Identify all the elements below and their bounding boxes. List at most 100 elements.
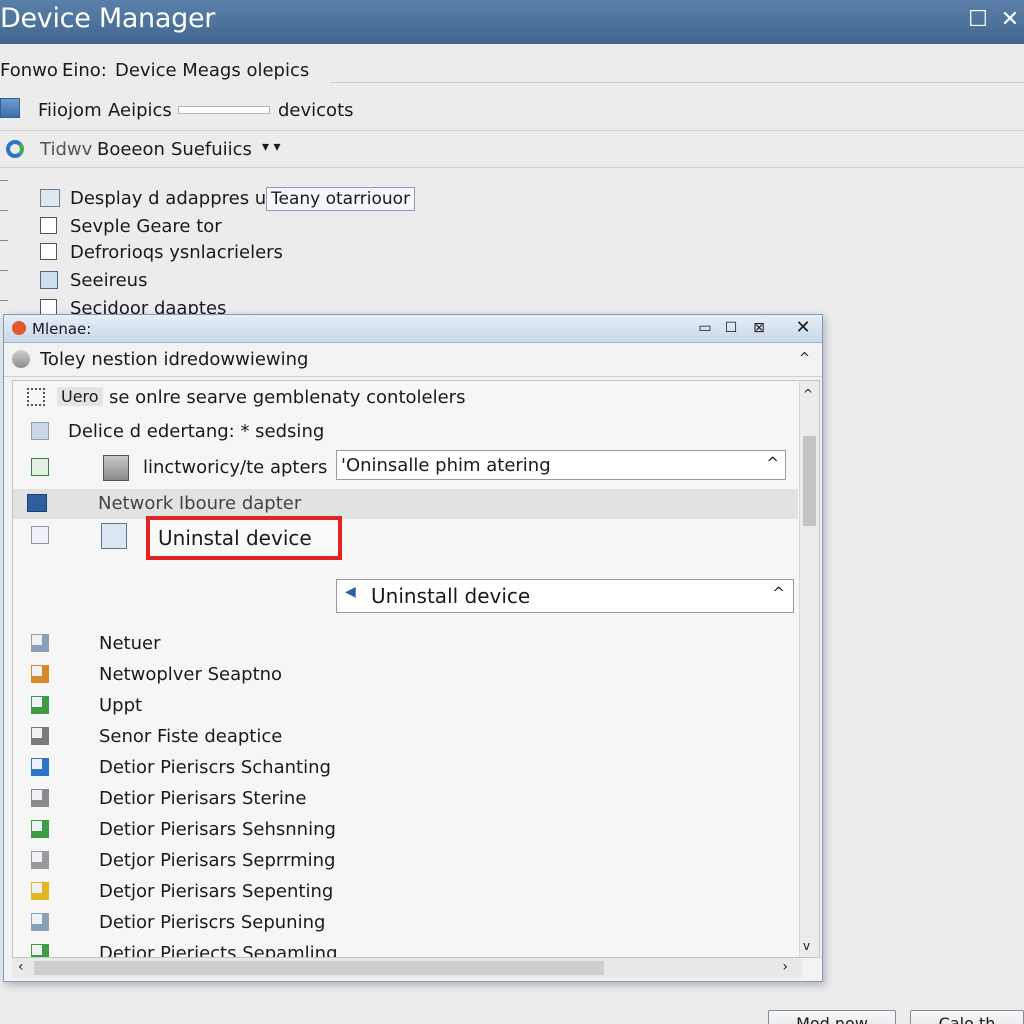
action-combo[interactable]: ◀ Uninstall device ^ bbox=[336, 579, 794, 613]
window-close-icon[interactable]: ⊠ bbox=[750, 319, 768, 337]
menu-item-edit[interactable]: Eino: bbox=[62, 60, 107, 81]
settings-icon bbox=[12, 350, 30, 368]
selected-tree-row[interactable]: Network Iboure dapter bbox=[13, 489, 798, 519]
header-label: se onlre searve gemblenaty contolelers bbox=[109, 387, 466, 408]
caret-left-icon: ◀ bbox=[345, 584, 356, 600]
list-item-label: Detior Pieriects Sepamling bbox=[99, 943, 338, 958]
app-icon bbox=[12, 321, 26, 335]
chevron-down-icon[interactable]: ▾ ▾ bbox=[262, 139, 281, 155]
dialog-close-button[interactable]: ✕ bbox=[794, 319, 812, 337]
toolbar2-item-3[interactable]: Suefuiics bbox=[171, 139, 252, 160]
device-icon bbox=[31, 913, 49, 931]
device-icon bbox=[40, 271, 58, 289]
usb-icon bbox=[31, 696, 49, 714]
minimize-icon[interactable]: ▭ bbox=[696, 319, 714, 337]
tree-guide bbox=[0, 270, 8, 271]
menu-divider bbox=[330, 82, 1024, 83]
folder-icon[interactable] bbox=[0, 98, 20, 118]
toolbar2-item-2[interactable]: Boeeon bbox=[97, 139, 165, 160]
tree-header-row[interactable]: Uero se onlre searve gemblenaty contolel… bbox=[13, 383, 798, 413]
device-icon bbox=[31, 789, 49, 807]
tree-guide bbox=[0, 300, 8, 301]
toolbar-label-1[interactable]: Fiiojom bbox=[38, 100, 102, 121]
device-icon bbox=[31, 820, 49, 838]
scroll-down-icon[interactable]: v bbox=[803, 939, 810, 953]
combo-value: 'Oninsalle phim atering bbox=[341, 455, 551, 476]
list-item-label: Netuer bbox=[99, 633, 161, 654]
toolbar-top: Fiiojom Aeipics devicots bbox=[0, 92, 1024, 128]
device-dialog: Mlenae: ▭ ☐ ⊠ ✕ Toley nestion idredowwie… bbox=[3, 314, 823, 982]
checkbox-icon[interactable] bbox=[40, 217, 57, 234]
maximize-button[interactable]: ☐ bbox=[963, 6, 993, 34]
list-item-label: Detjor Pierisars Seprrming bbox=[99, 850, 336, 871]
vertical-scrollbar[interactable]: ^ v bbox=[799, 381, 819, 957]
bottom-button-2[interactable]: Calo th bbox=[910, 1010, 1024, 1024]
search-device-icon bbox=[31, 758, 49, 776]
menu-item-file[interactable]: Fonwo bbox=[0, 60, 58, 81]
tree-guide bbox=[0, 210, 8, 211]
list-item-label: Seeireus bbox=[70, 270, 148, 291]
window-title: Device Manager bbox=[0, 3, 216, 34]
scroll-up-icon[interactable]: ^ bbox=[803, 387, 813, 401]
checkbox-icon[interactable] bbox=[40, 243, 57, 260]
dialog-title: Mlenae: bbox=[32, 320, 92, 338]
dialog-subtitle: Toley nestion idredowwiewing bbox=[40, 349, 309, 370]
menu-item-device[interactable]: Device Meags olepics bbox=[115, 60, 309, 81]
tree-row-label: Delice d edertang: * sedsing bbox=[68, 421, 325, 442]
list-item-label: Sevple Geare tor bbox=[70, 216, 222, 237]
tree-guide bbox=[0, 180, 8, 181]
refresh-icon[interactable] bbox=[6, 140, 24, 158]
list-item-label: Detior Pierisars Sterine bbox=[99, 788, 307, 809]
chevron-up-icon[interactable]: ^ bbox=[772, 584, 785, 602]
maximize-icon[interactable]: ☐ bbox=[722, 319, 740, 337]
adapter-icon bbox=[31, 526, 49, 544]
tree-guide bbox=[0, 240, 8, 241]
scroll-thumb-h[interactable] bbox=[34, 961, 604, 975]
bottom-button-1[interactable]: Mod now bbox=[768, 1010, 896, 1024]
list-item-label: Defrorioqs ysnlacrielers bbox=[70, 242, 283, 263]
list-item-label: Senor Fiste deaptice bbox=[99, 726, 283, 747]
device-icon bbox=[31, 851, 49, 869]
dialog-title-bar: Mlenae: ▭ ☐ ⊠ ✕ bbox=[4, 315, 822, 343]
sensor-icon bbox=[31, 727, 49, 745]
menu-bar: Fonwo Eino: Device Meags olepics bbox=[0, 52, 1024, 90]
uninstall-device-menu-item[interactable]: Uninstal device bbox=[146, 516, 342, 560]
horizontal-scrollbar[interactable]: ‹ › bbox=[12, 958, 802, 978]
scroll-thumb[interactable] bbox=[803, 436, 816, 526]
device-icon bbox=[31, 882, 49, 900]
computer-icon bbox=[103, 455, 129, 481]
list-item-label: Detior Pieriscrs Schanting bbox=[99, 757, 331, 778]
network-adapter-icon bbox=[27, 494, 47, 512]
list-item-label: Desplay d adappres us bbox=[70, 188, 276, 209]
list-item-label: Netwoplver Seaptno bbox=[99, 664, 283, 685]
list-item-label: Detior Pieriscrs Sepuning bbox=[99, 912, 326, 933]
collapse-icon[interactable]: ^ bbox=[799, 351, 810, 366]
action-combo-value: Uninstall device bbox=[371, 584, 531, 608]
header-tag: Uero bbox=[57, 387, 103, 406]
monitor-icon bbox=[101, 523, 127, 549]
display-adapter-icon bbox=[40, 189, 60, 207]
dialog-subheader: Toley nestion idredowwiewing ^ bbox=[4, 343, 822, 377]
driver-icon bbox=[31, 458, 49, 476]
device-icon bbox=[31, 944, 49, 957]
toolbar-label-2[interactable]: Aeipics bbox=[108, 100, 172, 121]
grid-icon bbox=[27, 388, 45, 406]
tree-row-label: linctworicy/te apters bbox=[143, 457, 328, 478]
close-button[interactable]: ✕ bbox=[995, 6, 1024, 34]
list-item-label: Detjor Pierisars Sepenting bbox=[99, 881, 334, 902]
toolbar-secondary: Tidwv Boeeon Suefuiics ▾ ▾ bbox=[0, 130, 1024, 168]
scroll-right-icon[interactable]: › bbox=[782, 959, 788, 975]
scroll-left-icon[interactable]: ‹ bbox=[18, 959, 24, 975]
driver-action-combo[interactable]: 'Oninsalle phim atering ^ bbox=[336, 450, 786, 480]
network-icon bbox=[31, 634, 49, 652]
list-item-label: Detior Pierisars Sehsnning bbox=[99, 819, 336, 840]
tree-row-label: Network Iboure dapter bbox=[98, 493, 302, 514]
tooltip: Teany otarriouor bbox=[266, 187, 416, 211]
device-tree: Uero se onlre searve gemblenaty contolel… bbox=[12, 380, 820, 958]
title-bar: Device Manager ☐ ✕ bbox=[0, 0, 1024, 44]
toolbar2-item-1[interactable]: Tidwv bbox=[40, 139, 92, 160]
toolbar-label-3[interactable]: devicots bbox=[278, 100, 354, 121]
chevron-up-icon[interactable]: ^ bbox=[766, 454, 779, 472]
toolbar-field[interactable] bbox=[178, 106, 270, 114]
adapter-icon bbox=[31, 665, 49, 683]
